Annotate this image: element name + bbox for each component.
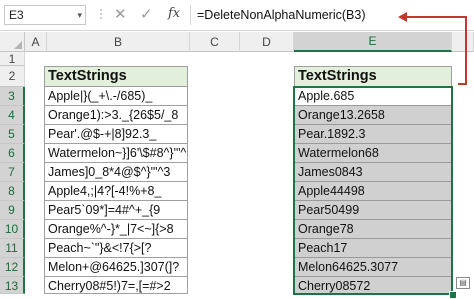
annotation-arrow-head: [398, 12, 407, 22]
annotation-arrow: [398, 12, 467, 85]
annotation-arrow-line: [402, 16, 467, 85]
